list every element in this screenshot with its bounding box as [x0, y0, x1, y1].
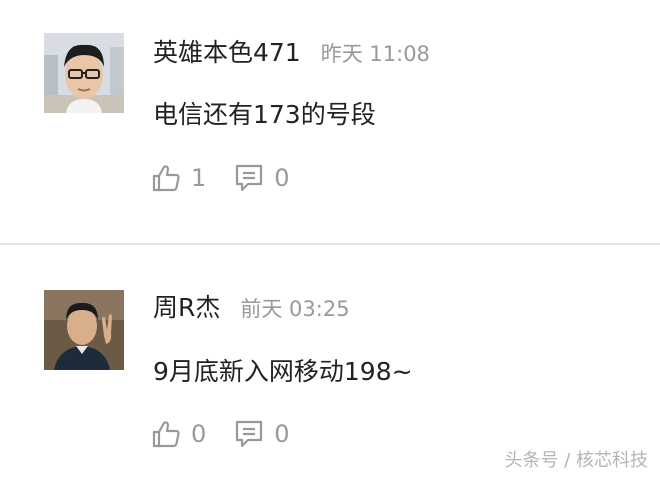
- comment-text: 电信还有173的号段: [153, 100, 376, 129]
- watermark-label: 头条号 / 核芯科技: [504, 450, 648, 471]
- reply-button[interactable]: 0: [234, 163, 290, 193]
- like-count: 0: [191, 420, 207, 448]
- like-button[interactable]: 0: [151, 419, 206, 449]
- timestamp: 昨天 11:08: [320, 42, 430, 66]
- avatar[interactable]: [44, 290, 124, 370]
- comment-header: 英雄本色471 昨天 11:08: [153, 40, 430, 65]
- thumbs-up-icon: [152, 421, 180, 448]
- avatar-photo-icon: [44, 290, 124, 370]
- comment-actions: 0 0: [151, 419, 290, 449]
- avatar[interactable]: [44, 33, 124, 113]
- comment-actions: 1 0: [151, 163, 290, 193]
- comment-icon: [236, 164, 263, 192]
- username[interactable]: 周R杰: [153, 293, 220, 322]
- reply-count: 0: [274, 164, 290, 192]
- comment-icon: [236, 420, 263, 448]
- avatar-photo-icon: [44, 33, 124, 113]
- like-count: 1: [191, 164, 207, 192]
- username[interactable]: 英雄本色471: [153, 38, 301, 67]
- comment-header: 周R杰 前天 03:25: [153, 295, 350, 320]
- reply-count: 0: [274, 420, 290, 448]
- comment-item: 英雄本色471 昨天 11:08 电信还有173的号段 1 0: [0, 0, 660, 243]
- comment-item: 周R杰 前天 03:25 9月底新入网移动198~ 0 0: [0, 245, 660, 480]
- reply-button[interactable]: 0: [234, 419, 290, 449]
- comment-text: 9月底新入网移动198~: [153, 357, 413, 386]
- like-button[interactable]: 1: [151, 163, 206, 193]
- timestamp: 前天 03:25: [240, 297, 350, 321]
- thumbs-up-icon: [152, 165, 180, 192]
